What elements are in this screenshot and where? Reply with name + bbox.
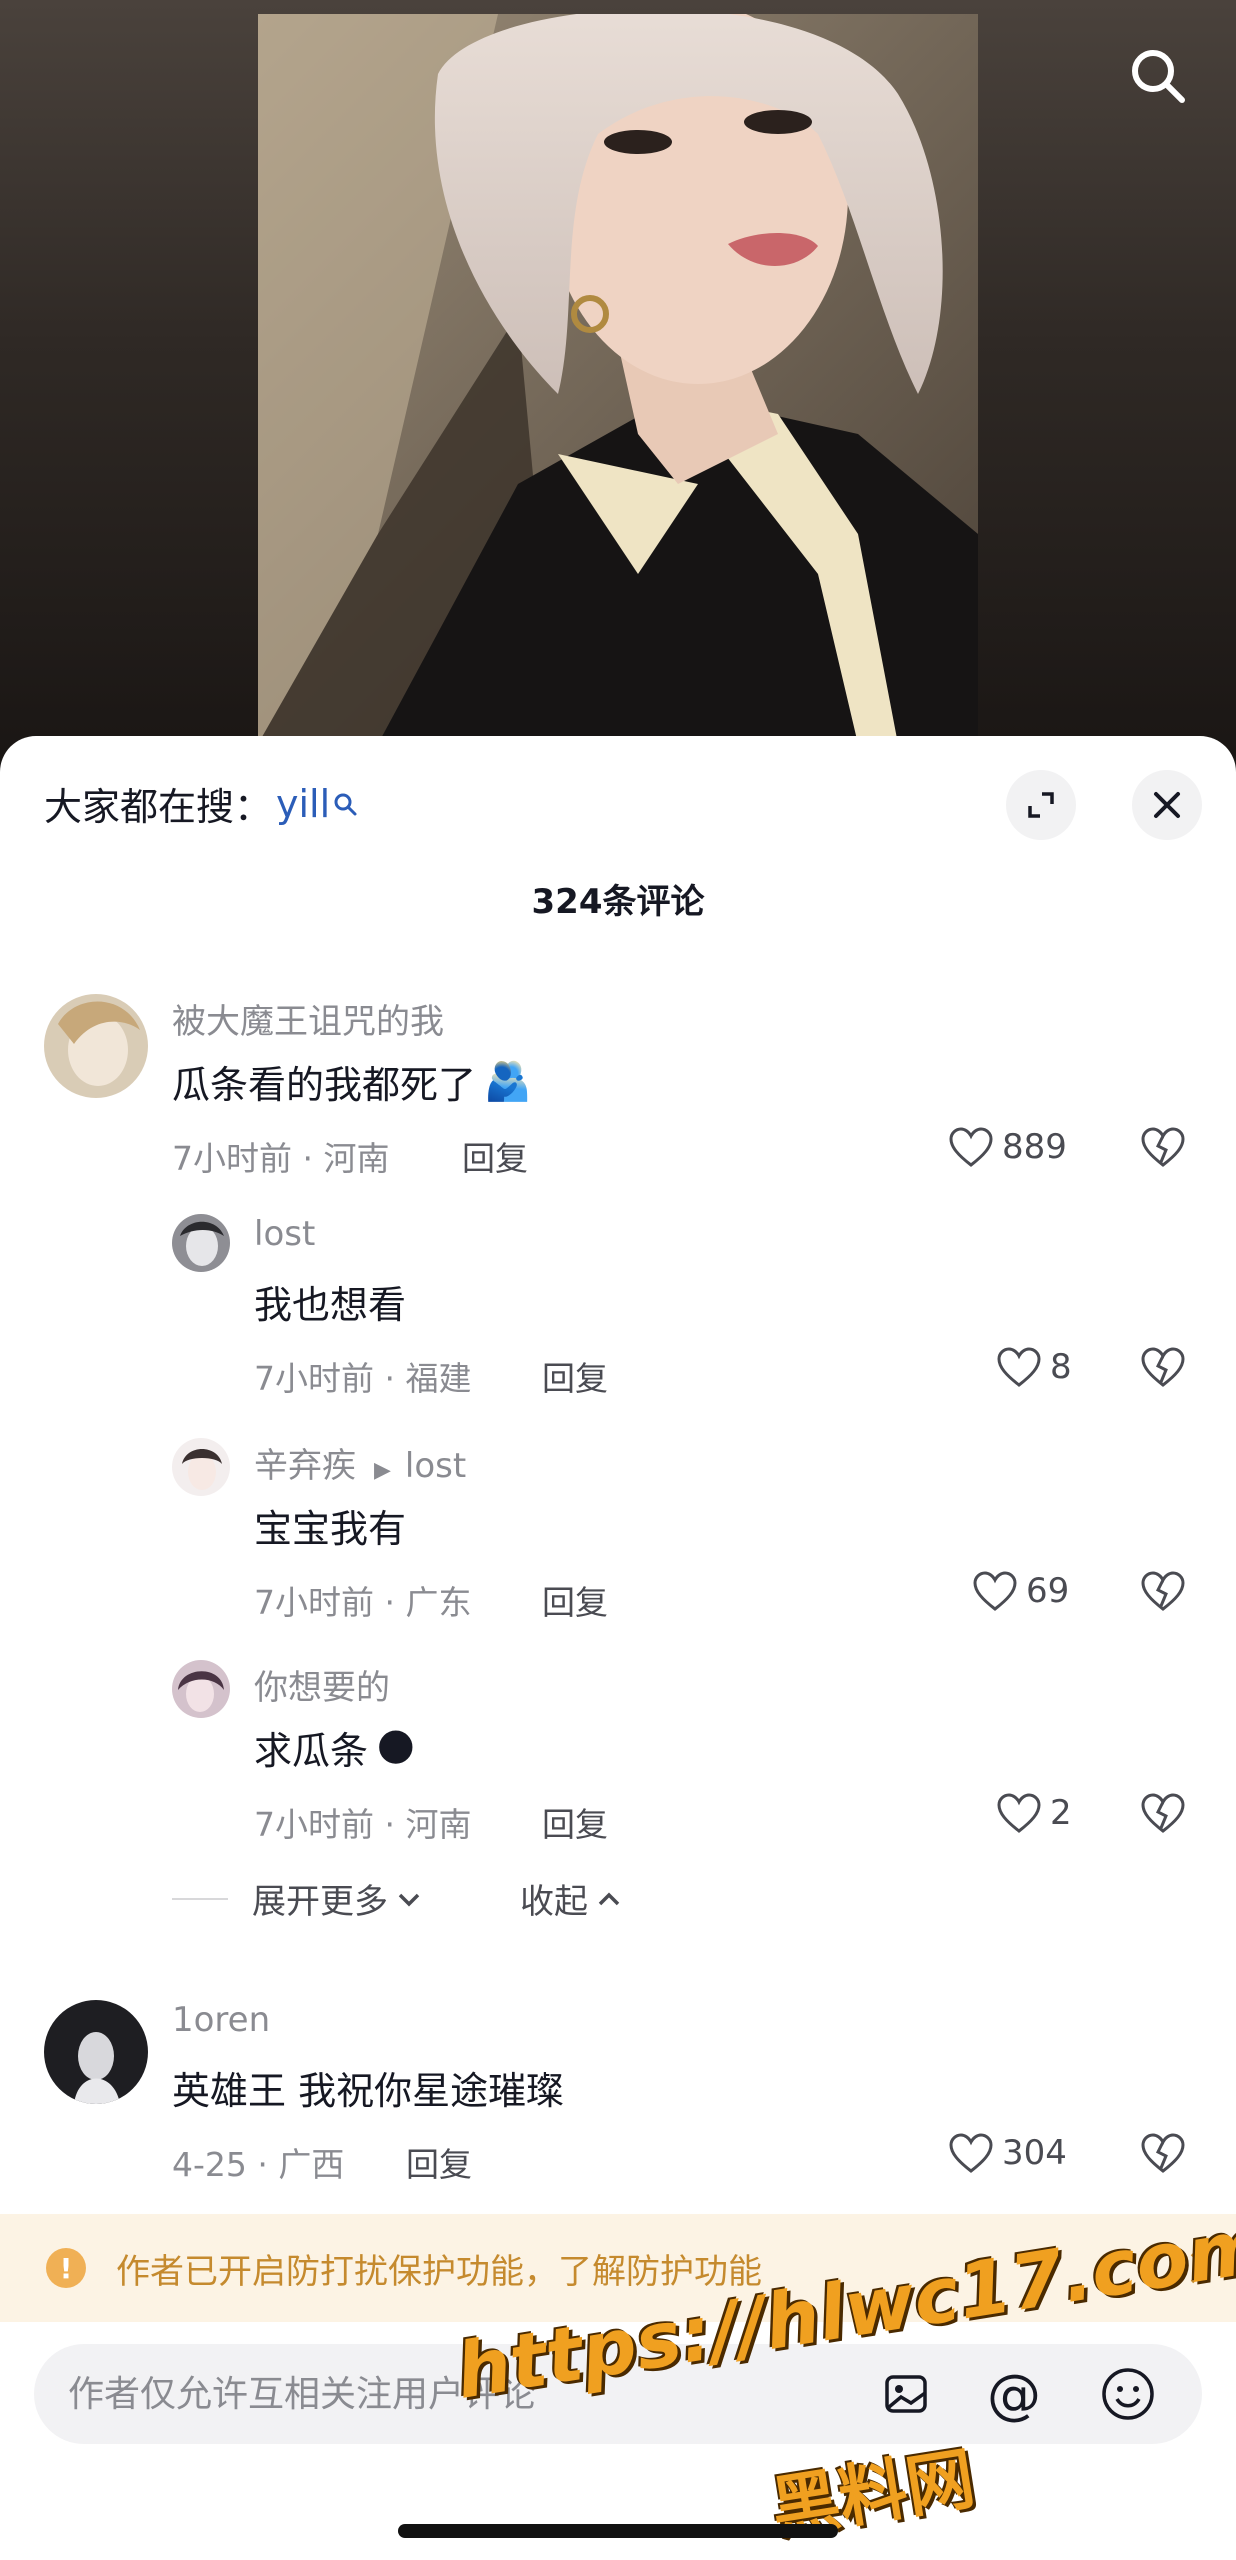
dislike-button[interactable] bbox=[1140, 1570, 1186, 1616]
reply-time-location: 7小时前 · 福建 bbox=[254, 1359, 472, 1398]
comment-time-location: 7小时前 · 河南 bbox=[172, 1139, 390, 1178]
avatar-image bbox=[172, 1660, 230, 1718]
like-button[interactable]: 69 bbox=[972, 1570, 1069, 1612]
like-count: 889 bbox=[1002, 1127, 1067, 1167]
comment-text: 瓜条看的我都死了 🫂 bbox=[172, 1054, 531, 1109]
reply-target-username[interactable]: lost bbox=[405, 1446, 466, 1486]
replies-controls: 展开更多 收起 bbox=[172, 1874, 624, 1923]
moon-emoji: 🌑 bbox=[376, 1725, 416, 1770]
reply-username-line: 辛弃疾 ▶ lost bbox=[254, 1438, 466, 1487]
reply-text: 我也想看 bbox=[254, 1283, 407, 1327]
hot-search-suggestion[interactable]: 大家都在搜： yill bbox=[44, 776, 358, 831]
reply-button[interactable]: 回复 bbox=[542, 1576, 608, 1624]
video-thumbnail-image bbox=[258, 14, 978, 744]
reply-time-location: 7小时前 · 广东 bbox=[254, 1583, 472, 1622]
reply-button[interactable]: 回复 bbox=[542, 1798, 608, 1846]
mention-button[interactable]: @ bbox=[984, 2362, 1044, 2426]
broken-heart-icon bbox=[1141, 1571, 1185, 1611]
at-icon: @ bbox=[987, 2362, 1041, 2426]
hot-search-prefix: 大家都在搜： bbox=[44, 785, 273, 829]
broken-heart-icon bbox=[1141, 1347, 1185, 1387]
collapse-button[interactable]: 收起 bbox=[520, 1874, 624, 1923]
like-button[interactable]: 889 bbox=[948, 1126, 1067, 1168]
heart-icon bbox=[949, 1127, 993, 1167]
close-comments-button[interactable] bbox=[1132, 770, 1202, 840]
expand-more-button[interactable]: 展开更多 bbox=[252, 1874, 424, 1923]
dislike-button[interactable] bbox=[1140, 2132, 1186, 2178]
avatar[interactable] bbox=[44, 994, 148, 1098]
collapse-label: 收起 bbox=[520, 1882, 588, 1922]
smiley-icon bbox=[1102, 2368, 1154, 2420]
hug-emoji: 🫂 bbox=[484, 1059, 532, 1103]
portrait-illustration bbox=[258, 14, 978, 744]
reply-button[interactable]: 回复 bbox=[406, 2138, 472, 2186]
search-icon bbox=[1132, 50, 1185, 103]
avatar[interactable] bbox=[44, 2000, 148, 2104]
like-count: 69 bbox=[1026, 1571, 1070, 1611]
dislike-button[interactable] bbox=[1140, 1346, 1186, 1392]
comment-count: 324条评论 bbox=[531, 882, 705, 922]
expand-icon bbox=[1028, 792, 1054, 818]
comment-username[interactable]: 被大魔王诅咒的我 bbox=[172, 994, 444, 1043]
comment-sheet: 大家都在搜： yill 324条评论 被大魔王诅咒的我 瓜条看的我都死了 🫂 7… bbox=[0, 736, 1236, 2560]
chevron-down-icon bbox=[398, 1893, 420, 1906]
close-icon bbox=[1154, 792, 1180, 818]
reply-body: 求瓜条 bbox=[254, 1729, 369, 1773]
broken-heart-icon bbox=[1141, 1793, 1185, 1833]
comment-input-bar: @ bbox=[34, 2344, 1202, 2444]
reply-button[interactable]: 回复 bbox=[462, 1132, 528, 1180]
video-area[interactable] bbox=[0, 0, 1236, 760]
reply-arrow-icon: ▶ bbox=[374, 1458, 391, 1483]
avatar[interactable] bbox=[172, 1214, 230, 1272]
reply-username[interactable]: 辛弃疾 bbox=[254, 1446, 356, 1486]
like-button[interactable]: 304 bbox=[948, 2132, 1067, 2174]
broken-heart-icon bbox=[1141, 2133, 1185, 2173]
heart-icon bbox=[997, 1347, 1041, 1387]
search-button[interactable] bbox=[1118, 36, 1198, 116]
protection-text: 作者已开启防打扰保护功能，了解防护功能 bbox=[116, 2251, 762, 2292]
hot-search-keyword[interactable]: yill bbox=[276, 782, 330, 826]
reply-username[interactable]: lost bbox=[254, 1214, 315, 1254]
chevron-right-icon bbox=[1190, 2252, 1209, 2284]
emoji-button[interactable] bbox=[1098, 2364, 1158, 2424]
image-icon bbox=[885, 2375, 927, 2413]
broken-heart-icon bbox=[1141, 1127, 1185, 1167]
reply-button[interactable]: 回复 bbox=[542, 1352, 608, 1400]
like-count: 2 bbox=[1050, 1793, 1072, 1833]
avatar[interactable] bbox=[172, 1438, 230, 1496]
like-count: 304 bbox=[1002, 2133, 1067, 2173]
reply-username[interactable]: 你想要的 bbox=[254, 1660, 390, 1709]
expand-more-label: 展开更多 bbox=[252, 1882, 388, 1922]
like-button[interactable]: 2 bbox=[996, 1792, 1072, 1834]
avatar[interactable] bbox=[172, 1660, 230, 1718]
reply-text: 宝宝我有 bbox=[254, 1507, 407, 1551]
heart-icon bbox=[997, 1793, 1041, 1833]
image-button[interactable] bbox=[876, 2364, 936, 2424]
comment-body: 瓜条看的我都死了 bbox=[172, 1063, 477, 1107]
reply-time-location: 7小时前 · 河南 bbox=[254, 1805, 472, 1844]
dislike-button[interactable] bbox=[1140, 1126, 1186, 1172]
avatar-image bbox=[172, 1438, 230, 1496]
like-count: 8 bbox=[1050, 1347, 1072, 1387]
avatar-image bbox=[44, 2000, 148, 2104]
heart-icon bbox=[949, 2133, 993, 2173]
search-icon bbox=[334, 793, 357, 815]
warning-icon: ! bbox=[46, 2248, 86, 2288]
dislike-button[interactable] bbox=[1140, 1792, 1186, 1838]
anti-harassment-banner[interactable]: ! 作者已开启防打扰保护功能，了解防护功能 bbox=[0, 2214, 1236, 2322]
comment-username[interactable]: 1oren bbox=[172, 2000, 270, 2040]
avatar-image bbox=[44, 994, 148, 1098]
reply-text: 求瓜条 🌑 bbox=[254, 1720, 416, 1775]
comment-text: 英雄王 我祝你星途璀璨 bbox=[172, 2069, 565, 2113]
like-button[interactable]: 8 bbox=[996, 1346, 1072, 1388]
heart-icon bbox=[973, 1571, 1017, 1611]
avatar-image bbox=[172, 1214, 230, 1272]
divider bbox=[172, 1897, 228, 1900]
expand-fullscreen-button[interactable] bbox=[1006, 770, 1076, 840]
comment-time-location: 4-25 · 广西 bbox=[172, 2145, 345, 2184]
comment-input[interactable] bbox=[68, 2373, 828, 2415]
home-indicator[interactable] bbox=[398, 2524, 838, 2538]
chevron-up-icon bbox=[598, 1892, 620, 1905]
